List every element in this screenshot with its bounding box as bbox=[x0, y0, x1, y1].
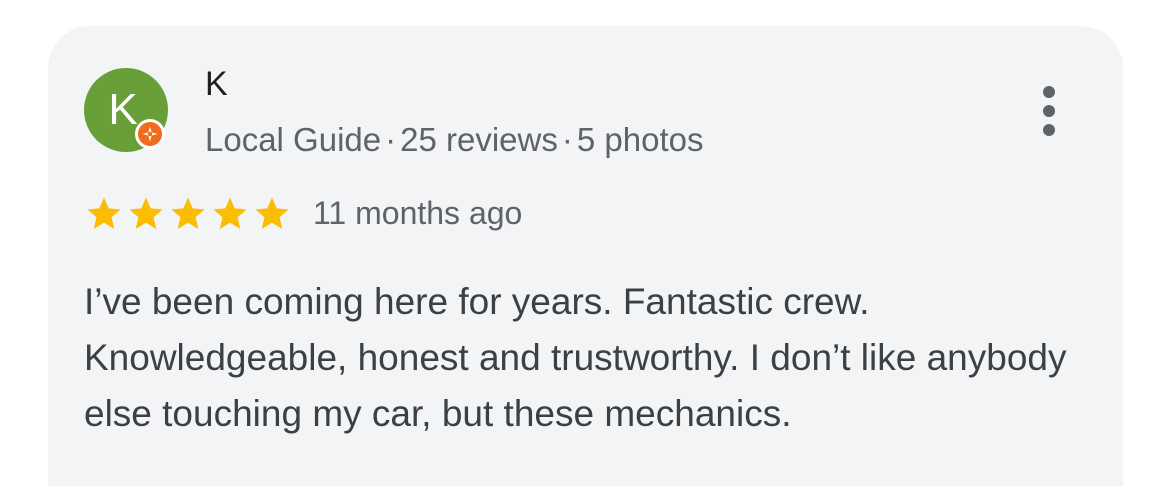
review-date: 11 months ago bbox=[313, 195, 523, 231]
reviewer-photo-count: 5 photos bbox=[576, 121, 704, 158]
meta-separator: · bbox=[561, 121, 573, 158]
review-text: I’ve been coming here for years. Fantast… bbox=[84, 281, 1067, 434]
reviewer-name[interactable]: K bbox=[205, 64, 228, 104]
meta-separator: · bbox=[385, 121, 397, 158]
star-icon bbox=[213, 197, 247, 229]
star-icon bbox=[87, 197, 121, 229]
star-icon bbox=[171, 197, 205, 229]
star-rating bbox=[84, 194, 292, 234]
reviewer-role: Local Guide bbox=[205, 121, 382, 158]
reviewer-review-count: 25 reviews bbox=[400, 121, 558, 158]
avatar-initial: K bbox=[108, 85, 138, 134]
reviewer-meta: Local Guide · 25 reviews · 5 photos bbox=[205, 120, 703, 160]
star-icon bbox=[129, 197, 163, 229]
star-icon bbox=[255, 197, 289, 229]
local-guide-badge-icon bbox=[135, 119, 165, 149]
more-options-button[interactable] bbox=[1030, 82, 1070, 140]
